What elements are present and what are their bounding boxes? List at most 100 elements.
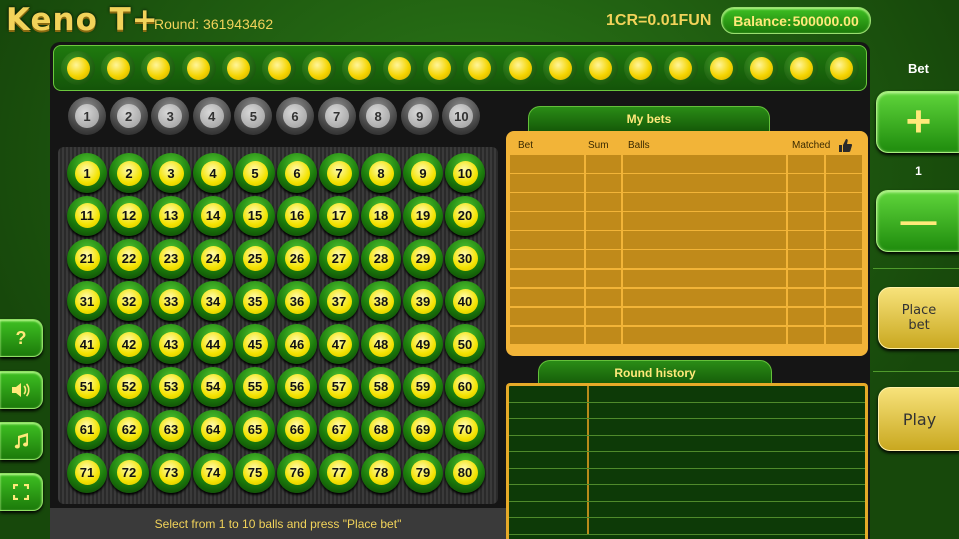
number-ball-74[interactable]: 74 xyxy=(192,452,234,494)
number-ball-75[interactable]: 75 xyxy=(234,452,276,494)
number-ball-35[interactable]: 35 xyxy=(234,280,276,322)
number-ball-13[interactable]: 13 xyxy=(150,195,192,237)
number-ball-39[interactable]: 39 xyxy=(402,280,444,322)
number-ball-29[interactable]: 29 xyxy=(402,238,444,280)
number-ball-41[interactable]: 41 xyxy=(66,323,108,365)
help-button[interactable]: ? xyxy=(0,319,43,357)
number-ball-69[interactable]: 69 xyxy=(402,409,444,451)
number-ball-24[interactable]: 24 xyxy=(192,238,234,280)
number-ball-79[interactable]: 79 xyxy=(402,452,444,494)
number-ball-4[interactable]: 4 xyxy=(192,152,234,194)
number-ball-33[interactable]: 33 xyxy=(150,280,192,322)
number-ball-78[interactable]: 78 xyxy=(360,452,402,494)
number-ball-61[interactable]: 61 xyxy=(66,409,108,451)
number-ball-47[interactable]: 47 xyxy=(318,323,360,365)
number-ball-20[interactable]: 20 xyxy=(444,195,486,237)
number-ball-32[interactable]: 32 xyxy=(108,280,150,322)
number-ball-26[interactable]: 26 xyxy=(276,238,318,280)
ball-number: 1 xyxy=(74,160,100,186)
number-ball-28[interactable]: 28 xyxy=(360,238,402,280)
number-ball-10[interactable]: 10 xyxy=(444,152,486,194)
number-ball-48[interactable]: 48 xyxy=(360,323,402,365)
number-ball-58[interactable]: 58 xyxy=(360,366,402,408)
number-ball-72[interactable]: 72 xyxy=(108,452,150,494)
number-ball-25[interactable]: 25 xyxy=(234,238,276,280)
number-ball-7[interactable]: 7 xyxy=(318,152,360,194)
number-ball-59[interactable]: 59 xyxy=(402,366,444,408)
decrease-bet-button[interactable]: — xyxy=(876,190,959,252)
play-button[interactable]: Play xyxy=(878,387,959,451)
number-ball-5[interactable]: 5 xyxy=(234,152,276,194)
number-ball-46[interactable]: 46 xyxy=(276,323,318,365)
number-ball-71[interactable]: 71 xyxy=(66,452,108,494)
number-ball-8[interactable]: 8 xyxy=(360,152,402,194)
number-ball-45[interactable]: 45 xyxy=(234,323,276,365)
sound-button[interactable] xyxy=(0,371,43,409)
number-ball-23[interactable]: 23 xyxy=(150,238,192,280)
number-ball-43[interactable]: 43 xyxy=(150,323,192,365)
my-bets-tab[interactable]: My bets xyxy=(528,106,770,131)
number-ball-55[interactable]: 55 xyxy=(234,366,276,408)
number-ball-62[interactable]: 62 xyxy=(108,409,150,451)
history-balls-cell xyxy=(589,469,865,485)
number-ball-80[interactable]: 80 xyxy=(444,452,486,494)
number-ball-57[interactable]: 57 xyxy=(318,366,360,408)
number-ball-15[interactable]: 15 xyxy=(234,195,276,237)
number-ball-38[interactable]: 38 xyxy=(360,280,402,322)
ball-ring: 27 xyxy=(319,238,359,279)
number-ball-2[interactable]: 2 xyxy=(108,152,150,194)
number-ball-63[interactable]: 63 xyxy=(150,409,192,451)
number-ball-68[interactable]: 68 xyxy=(360,409,402,451)
number-ball-53[interactable]: 53 xyxy=(150,366,192,408)
number-ball-31[interactable]: 31 xyxy=(66,280,108,322)
number-ball-21[interactable]: 21 xyxy=(66,238,108,280)
ball-ring: 36 xyxy=(277,281,317,322)
number-ball-37[interactable]: 37 xyxy=(318,280,360,322)
fullscreen-button[interactable] xyxy=(0,473,43,511)
number-ball-77[interactable]: 77 xyxy=(318,452,360,494)
number-ball-70[interactable]: 70 xyxy=(444,409,486,451)
bet-cell xyxy=(585,212,622,230)
number-ball-18[interactable]: 18 xyxy=(360,195,402,237)
number-ball-3[interactable]: 3 xyxy=(150,152,192,194)
number-ball-34[interactable]: 34 xyxy=(192,280,234,322)
number-ball-6[interactable]: 6 xyxy=(276,152,318,194)
increase-bet-button[interactable]: + xyxy=(876,91,959,153)
number-ball-1[interactable]: 1 xyxy=(66,152,108,194)
number-ball-65[interactable]: 65 xyxy=(234,409,276,451)
round-history-tab[interactable]: Round history xyxy=(538,360,772,385)
number-ball-76[interactable]: 76 xyxy=(276,452,318,494)
number-ball-49[interactable]: 49 xyxy=(402,323,444,365)
number-ball-67[interactable]: 67 xyxy=(318,409,360,451)
ball-number: 48 xyxy=(368,331,394,357)
number-ball-27[interactable]: 27 xyxy=(318,238,360,280)
number-ball-60[interactable]: 60 xyxy=(444,366,486,408)
number-ball-56[interactable]: 56 xyxy=(276,366,318,408)
number-ball-19[interactable]: 19 xyxy=(402,195,444,237)
number-ball-14[interactable]: 14 xyxy=(192,195,234,237)
number-ball-42[interactable]: 42 xyxy=(108,323,150,365)
number-ball-66[interactable]: 66 xyxy=(276,409,318,451)
number-ball-22[interactable]: 22 xyxy=(108,238,150,280)
number-ball-52[interactable]: 52 xyxy=(108,366,150,408)
number-ball-64[interactable]: 64 xyxy=(192,409,234,451)
number-ball-50[interactable]: 50 xyxy=(444,323,486,365)
number-ball-54[interactable]: 54 xyxy=(192,366,234,408)
number-ball-51[interactable]: 51 xyxy=(66,366,108,408)
my-bets-rows xyxy=(510,155,864,345)
number-ball-9[interactable]: 9 xyxy=(402,152,444,194)
music-button[interactable] xyxy=(0,422,43,460)
number-ball-30[interactable]: 30 xyxy=(444,238,486,280)
ball-number: 58 xyxy=(368,374,394,400)
number-ball-12[interactable]: 12 xyxy=(108,195,150,237)
bet-cell xyxy=(585,231,622,249)
number-ball-73[interactable]: 73 xyxy=(150,452,192,494)
place-bet-button[interactable]: Place bet xyxy=(878,287,959,349)
number-ball-11[interactable]: 11 xyxy=(66,195,108,237)
number-ball-40[interactable]: 40 xyxy=(444,280,486,322)
number-ball-17[interactable]: 17 xyxy=(318,195,360,237)
number-ball-16[interactable]: 16 xyxy=(276,195,318,237)
number-ball-36[interactable]: 36 xyxy=(276,280,318,322)
round-history-rows xyxy=(509,386,865,535)
number-ball-44[interactable]: 44 xyxy=(192,323,234,365)
